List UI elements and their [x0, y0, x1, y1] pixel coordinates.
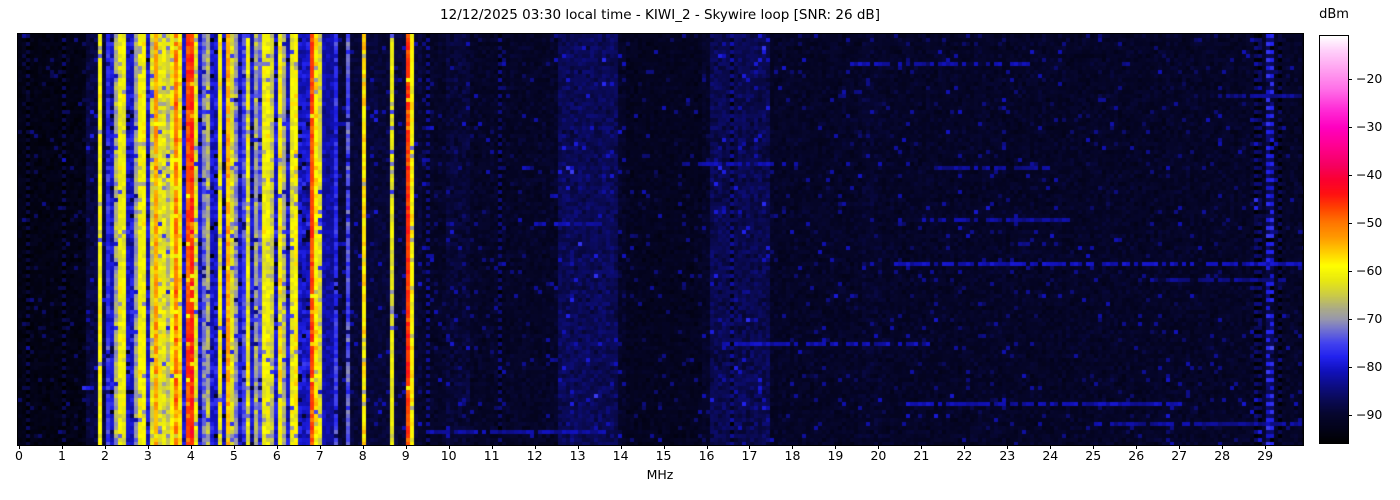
x-tick-label: 1: [57, 448, 66, 463]
x-tick-label: 25: [1085, 448, 1102, 463]
x-tick-label: 9: [401, 448, 410, 463]
colorbar-tick-mark: [1348, 319, 1352, 320]
x-tick-label: 21: [913, 448, 930, 463]
x-tick-label: 16: [698, 448, 715, 463]
colorbar-canvas: [1320, 36, 1348, 443]
colorbar: [1319, 35, 1349, 444]
colorbar-tick-mark: [1348, 175, 1352, 176]
spectrogram-canvas: [18, 34, 1303, 445]
colorbar-tick-label: −30: [1356, 119, 1383, 134]
colorbar-tick-label: −20: [1356, 71, 1383, 86]
x-tick-label: 19: [827, 448, 844, 463]
colorbar-tick-mark: [1348, 415, 1352, 416]
x-tick-label: 24: [1042, 448, 1059, 463]
x-tick-label: 29: [1257, 448, 1274, 463]
x-tick-label: 28: [1214, 448, 1231, 463]
x-tick-label: 10: [440, 448, 457, 463]
x-tick-label: 20: [870, 448, 887, 463]
x-tick-label: 4: [186, 448, 195, 463]
x-tick-label: 26: [1128, 448, 1145, 463]
colorbar-tick-label: −50: [1356, 215, 1383, 230]
colorbar-tick-label: −80: [1356, 359, 1383, 374]
colorbar-unit-label: dBm: [1319, 7, 1349, 22]
x-tick-label: 27: [1171, 448, 1188, 463]
x-tick-label: 15: [655, 448, 672, 463]
x-tick-label: 14: [612, 448, 629, 463]
colorbar-tick-label: −60: [1356, 263, 1383, 278]
colorbar-tick-mark: [1348, 127, 1352, 128]
x-tick-label: 7: [315, 448, 324, 463]
x-tick-label: 3: [143, 448, 152, 463]
x-tick-label: 6: [272, 448, 281, 463]
x-tick-label: 18: [784, 448, 801, 463]
x-tick-label: 2: [100, 448, 109, 463]
x-tick-label: 23: [999, 448, 1016, 463]
x-tick-label: 13: [569, 448, 586, 463]
x-tick-label: 17: [741, 448, 758, 463]
colorbar-tick-mark: [1348, 271, 1352, 272]
x-axis-label: MHz: [646, 467, 674, 482]
x-tick-label: 5: [229, 448, 238, 463]
x-tick-label: 11: [483, 448, 500, 463]
x-tick-label: 12: [526, 448, 543, 463]
colorbar-tick-mark: [1348, 79, 1352, 80]
x-tick-label: 0: [15, 448, 23, 463]
spectrogram-plot-area: [17, 33, 1304, 446]
spectrum-figure: 12/12/2025 03:30 local time - KIWI_2 - S…: [0, 0, 1400, 500]
colorbar-tick-label: −70: [1356, 311, 1383, 326]
colorbar-tick-mark: [1348, 367, 1352, 368]
x-tick-label: 8: [358, 448, 367, 463]
colorbar-tick-label: −90: [1356, 407, 1383, 422]
plot-title: 12/12/2025 03:30 local time - KIWI_2 - S…: [440, 7, 880, 23]
colorbar-tick-mark: [1348, 223, 1352, 224]
x-tick-label: 22: [956, 448, 973, 463]
colorbar-tick-label: −40: [1356, 167, 1383, 182]
